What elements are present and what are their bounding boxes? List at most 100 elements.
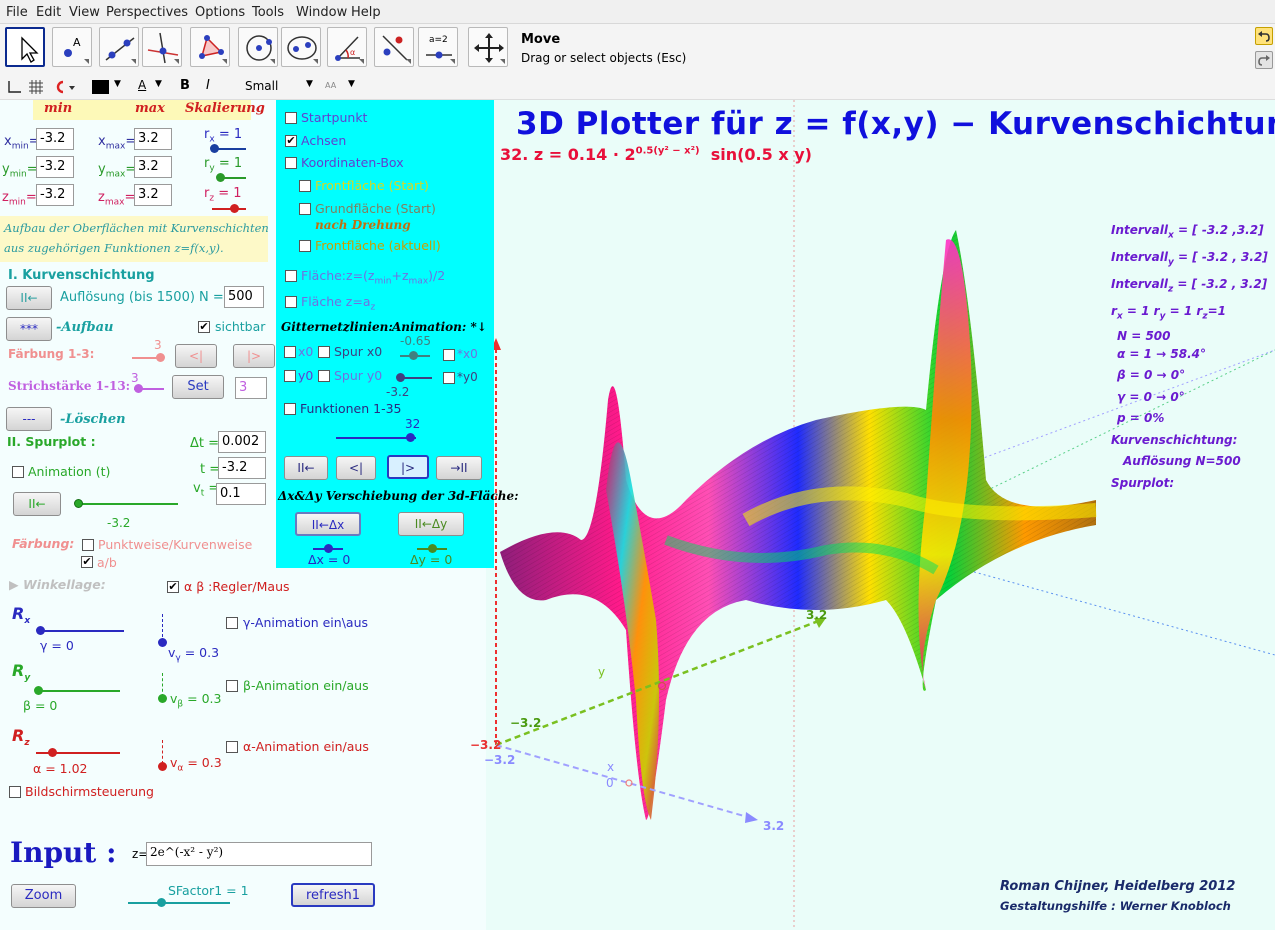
grundflaeche-start-checkbox[interactable] bbox=[299, 203, 311, 215]
beta-slider-handle[interactable] bbox=[34, 686, 43, 695]
conic-tool-button[interactable] bbox=[281, 27, 321, 67]
vt-input[interactable]: 0.1 bbox=[216, 483, 266, 505]
nav-last-button[interactable]: →II bbox=[436, 456, 482, 480]
beta-animation-checkbox[interactable] bbox=[226, 680, 238, 692]
sfactor-slider[interactable] bbox=[128, 902, 230, 904]
menu-window[interactable]: Window bbox=[296, 5, 347, 20]
function-input[interactable]: 2e^(-x² - y²) bbox=[146, 842, 372, 866]
flaeche-mittel-checkbox[interactable] bbox=[285, 270, 297, 282]
funktionen-checkbox[interactable] bbox=[284, 403, 296, 415]
alpha-slider-handle[interactable] bbox=[48, 748, 57, 757]
resolution-input[interactable]: 500 bbox=[224, 286, 264, 308]
perpendicular-tool-button[interactable] bbox=[142, 27, 182, 67]
t-input[interactable]: -3.2 bbox=[218, 457, 266, 479]
t-slider-handle[interactable] bbox=[74, 499, 83, 508]
text-color-button[interactable]: A bbox=[138, 78, 146, 92]
point-capture-icon[interactable] bbox=[54, 79, 76, 95]
menu-perspectives[interactable]: Perspectives bbox=[106, 5, 188, 20]
vbeta-slider-handle[interactable] bbox=[158, 694, 167, 703]
rz-slider[interactable] bbox=[212, 208, 246, 210]
y0-checkbox[interactable] bbox=[284, 370, 296, 382]
dropdown-arrow-icon[interactable]: ▼ bbox=[306, 79, 313, 89]
frontflaeche-start-checkbox[interactable] bbox=[299, 180, 311, 192]
line-tool-button[interactable] bbox=[99, 27, 139, 67]
nav-next-button[interactable]: |> bbox=[387, 455, 429, 479]
faerbung-prev-button[interactable]: <| bbox=[175, 344, 217, 368]
bildschirm-checkbox[interactable] bbox=[9, 786, 21, 798]
nav-prev-button[interactable]: <| bbox=[336, 456, 376, 480]
italic-button[interactable]: I bbox=[206, 78, 210, 93]
achsen-checkbox[interactable]: ✔ bbox=[285, 135, 297, 147]
menu-options[interactable]: Options bbox=[195, 5, 245, 20]
gamma-slider-handle[interactable] bbox=[36, 626, 45, 635]
star-y0-checkbox[interactable] bbox=[443, 372, 455, 384]
rz-slider-handle[interactable] bbox=[230, 204, 239, 213]
faerbung-next-button[interactable]: |> bbox=[233, 344, 275, 368]
dropdown-arrow-icon[interactable]: ▼ bbox=[114, 79, 121, 89]
x0-slider-handle[interactable] bbox=[409, 351, 418, 360]
aa-button[interactable]: AA bbox=[325, 81, 336, 90]
axes-toggle-icon[interactable] bbox=[6, 79, 22, 95]
pointwise-checkbox[interactable] bbox=[82, 539, 94, 551]
move-view-tool-button[interactable] bbox=[468, 27, 508, 67]
dy-reset-button[interactable]: II←Δy bbox=[398, 512, 464, 536]
valpha-slider-handle[interactable] bbox=[158, 762, 167, 771]
valpha-slider[interactable] bbox=[162, 740, 163, 764]
frontflaeche-aktuell-checkbox[interactable] bbox=[299, 240, 311, 252]
dropdown-arrow-icon[interactable]: ▼ bbox=[348, 79, 355, 89]
koordinaten-box-checkbox[interactable] bbox=[285, 157, 297, 169]
menu-help[interactable]: Help bbox=[351, 5, 381, 20]
menu-edit[interactable]: Edit bbox=[36, 5, 61, 20]
dt-input[interactable]: 0.002 bbox=[218, 431, 266, 453]
ab-checkbox[interactable]: ✔ bbox=[81, 556, 93, 568]
grid-toggle-icon[interactable] bbox=[28, 79, 44, 95]
slider-tool-button[interactable]: a=2 bbox=[418, 27, 458, 67]
rx-slider-handle[interactable] bbox=[210, 144, 219, 153]
gamma-animation-checkbox[interactable] bbox=[226, 617, 238, 629]
funktionen-slider[interactable] bbox=[336, 437, 416, 439]
faerbung-slider-handle[interactable] bbox=[156, 353, 165, 362]
reflect-tool-button[interactable] bbox=[374, 27, 414, 67]
graphics-view[interactable]: 3D Plotter für z = f(x,y) − Kurvenschich… bbox=[470, 100, 1275, 930]
undo-button[interactable] bbox=[1255, 27, 1273, 45]
circle-tool-button[interactable] bbox=[238, 27, 278, 67]
delete-button[interactable]: --- bbox=[6, 407, 52, 431]
visible-checkbox[interactable]: ✔ bbox=[198, 321, 210, 333]
zoom-button[interactable]: Zoom bbox=[11, 884, 76, 908]
polygon-tool-button[interactable] bbox=[190, 27, 230, 67]
zmin-input[interactable]: -3.2 bbox=[36, 184, 74, 206]
build-button[interactable]: *** bbox=[6, 317, 52, 341]
spur-rewind-button[interactable]: II← bbox=[13, 492, 61, 516]
menu-file[interactable]: File bbox=[6, 5, 28, 20]
xmax-input[interactable]: 3.2 bbox=[134, 128, 172, 150]
sfactor-slider-handle[interactable] bbox=[157, 898, 166, 907]
dropdown-arrow-icon[interactable]: ▼ bbox=[155, 79, 162, 89]
ry-slider-handle[interactable] bbox=[216, 173, 225, 182]
point-tool-button[interactable]: A bbox=[52, 27, 92, 67]
kurven-rewind-button[interactable]: II← bbox=[6, 286, 52, 310]
spur-x0-checkbox[interactable] bbox=[318, 346, 330, 358]
text-size-select[interactable]: Small bbox=[245, 79, 278, 93]
ymin-input[interactable]: -3.2 bbox=[36, 156, 74, 178]
ymax-input[interactable]: 3.2 bbox=[134, 156, 172, 178]
nav-first-button[interactable]: II← bbox=[284, 456, 328, 480]
color-swatch-button[interactable] bbox=[92, 80, 109, 94]
xmin-input[interactable]: -3.2 bbox=[36, 128, 74, 150]
menu-tools[interactable]: Tools bbox=[252, 5, 284, 20]
x0-checkbox[interactable] bbox=[284, 346, 296, 358]
angle-tool-button[interactable]: α bbox=[327, 27, 367, 67]
zmax-input[interactable]: 3.2 bbox=[134, 184, 172, 206]
alpha-animation-checkbox[interactable] bbox=[226, 741, 238, 753]
stroke-slider-handle[interactable] bbox=[134, 384, 143, 393]
regler-maus-checkbox[interactable]: ✔ bbox=[167, 581, 179, 593]
refresh-button[interactable]: refresh1 bbox=[291, 883, 375, 907]
startpunkt-checkbox[interactable] bbox=[285, 112, 297, 124]
redo-button[interactable] bbox=[1255, 51, 1273, 69]
bold-button[interactable]: B bbox=[180, 78, 190, 93]
star-x0-checkbox[interactable] bbox=[443, 349, 455, 361]
menu-view[interactable]: View bbox=[69, 5, 100, 20]
gamma-slider[interactable] bbox=[40, 630, 124, 632]
y0-slider-handle[interactable] bbox=[396, 373, 405, 382]
funktionen-slider-handle[interactable] bbox=[406, 433, 415, 442]
stroke-set-button[interactable]: Set bbox=[172, 375, 224, 399]
